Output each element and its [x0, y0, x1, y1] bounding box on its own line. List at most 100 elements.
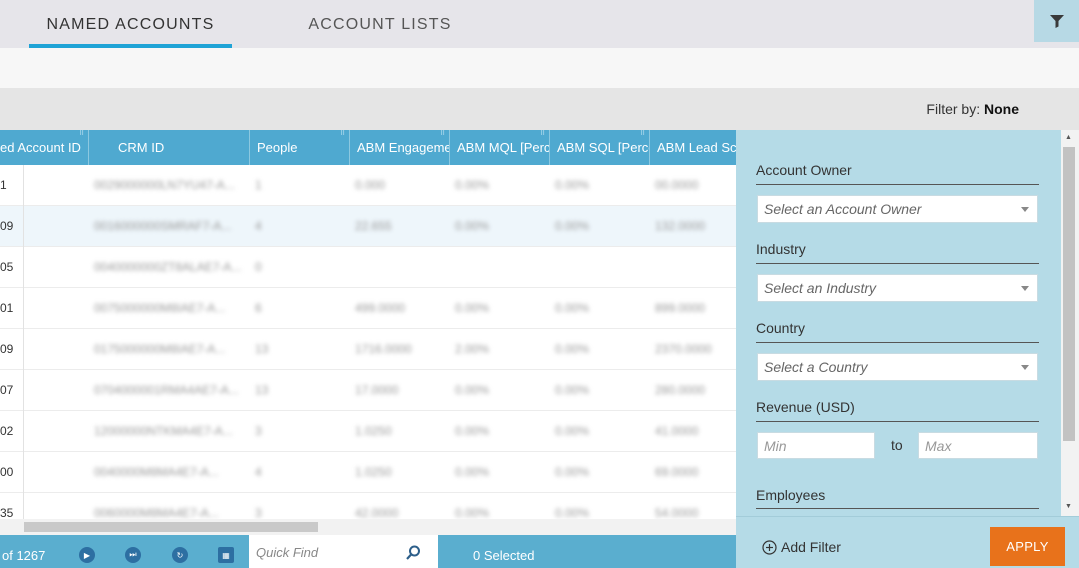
column-header-people[interactable]: People ⠿ [250, 130, 350, 165]
add-filter-button[interactable]: Add Filter [762, 539, 841, 555]
table-cell-id: 09 [0, 219, 14, 233]
column-divider [23, 165, 24, 206]
table-cell-mql [451, 247, 551, 288]
skip-to-end-icon[interactable]: ⏭ [125, 547, 141, 563]
table-cell-crm: 12000000NTKMA4E7-A... [94, 424, 233, 438]
quick-find-input[interactable] [249, 539, 399, 566]
revenue-min-input[interactable] [757, 432, 875, 459]
scrollbar-thumb[interactable] [1063, 147, 1075, 441]
table-cell-eng: 17.0000 [355, 383, 399, 397]
table-cell-people: 3 [255, 424, 262, 438]
table-cell-id: 02 [0, 424, 14, 438]
table-cell-crm: 0040000000ZT8ALAE7-A... [94, 260, 242, 274]
table-row[interactable]: 07 0704000001RMA4AE7-A... 13 17.0000 0.00% 0.… [0, 370, 736, 411]
table-cell-mql: 2.00% [455, 342, 490, 356]
record-count: of 1267 [2, 548, 46, 563]
table-cell-sql: 0.00% [555, 424, 590, 438]
table-cell-mql: 0.00% [455, 219, 490, 233]
table-row[interactable]: 00 0040000M8MA4E7-A... 4 1.0250 0.00% 0.00% 69… [0, 452, 736, 493]
column-header-abm-engagement[interactable]: ABM Engagement ⠿ [350, 130, 450, 165]
grid-footer: of 1267 ▶ ⏭ ↻ ▦ 0 Selected [0, 535, 736, 568]
accounts-grid: ed Account ID ⠿ CRM ID People ⠿ ABM Engage… [0, 130, 736, 535]
table-row[interactable]: 09 0175000000M8IAE7-A... 13 1716.0000 2.00% 0… [0, 329, 736, 370]
scrollbar-thumb[interactable] [24, 522, 318, 532]
tab-bar: NAMED ACCOUNTS ACCOUNT LISTS [0, 0, 1079, 48]
table-cell-score: 2370.0000 [655, 342, 712, 356]
table-cell-score: 132.0000 [655, 219, 706, 233]
table-cell-eng: 1.0250 [355, 424, 392, 438]
table-cell-people: 4 [255, 465, 262, 479]
revenue-to-label: to [891, 437, 903, 453]
table-row[interactable]: 01 0075000000M8IAE7-A... 6 499.0000 0.00% 0.0… [0, 288, 736, 329]
table-cell-score: 41.0000 [655, 424, 699, 438]
table-cell-people: 1 [255, 178, 262, 192]
column-grip-icon[interactable]: ⠿ [79, 130, 86, 137]
column-grip-icon[interactable]: ⠿ [640, 130, 647, 137]
table-cell-people: 13 [255, 383, 269, 397]
industry-placeholder: Select an Industry [764, 280, 877, 296]
column-header-crm-id[interactable]: CRM ID [89, 130, 250, 165]
table-cell-score: 899.0000 [655, 301, 706, 315]
scroll-up-icon[interactable]: ▲ [1065, 134, 1072, 141]
apply-button[interactable]: APPLY [990, 527, 1065, 566]
industry-select[interactable]: Select an Industry [757, 274, 1038, 302]
table-cell-eng: 22.655 [355, 219, 392, 233]
column-header-account-id[interactable]: ed Account ID ⠿ [0, 130, 89, 165]
column-header-abm-sql[interactable]: ABM SQL [Percent] ⠿ [550, 130, 650, 165]
tab-named-accounts[interactable]: NAMED ACCOUNTS [29, 16, 232, 48]
table-cell-id: 07 [0, 383, 14, 397]
account-owner-label: Account Owner [756, 162, 1039, 185]
table-cell-eng: 499.0000 [355, 301, 406, 315]
column-grip-icon[interactable]: ⠿ [540, 130, 547, 137]
table-cell-mql: 0.00% [455, 465, 490, 479]
table-cell-score: 00.0000 [655, 178, 699, 192]
search-icon[interactable] [405, 545, 421, 561]
toolbar-area [0, 48, 1079, 88]
table-cell-score: 280.0000 [655, 383, 706, 397]
country-select[interactable]: Select a Country [757, 353, 1038, 381]
column-divider [23, 452, 24, 493]
table-row[interactable]: 05 0040000000ZT8ALAE7-A... 0 [0, 247, 736, 288]
revenue-max-input[interactable] [918, 432, 1038, 459]
table-cell-eng: 0.000 [355, 178, 386, 192]
vertical-scrollbar[interactable]: ▲ ▼ [1061, 130, 1079, 516]
refresh-icon[interactable]: ↻ [172, 547, 188, 563]
horizontal-scrollbar[interactable] [0, 519, 736, 535]
tab-account-lists[interactable]: ACCOUNT LISTS [296, 16, 464, 48]
column-grip-icon[interactable]: ⠿ [440, 130, 447, 137]
column-divider [23, 411, 24, 452]
employees-label: Employees [756, 487, 1039, 509]
table-cell-people: 0 [255, 260, 262, 274]
table-cell-eng: 1.0250 [355, 465, 392, 479]
grid-header: ed Account ID ⠿ CRM ID People ⠿ ABM Engage… [0, 130, 736, 165]
table-cell-id: 09 [0, 342, 14, 356]
table-cell-score: 69.0000 [655, 465, 699, 479]
revenue-label: Revenue (USD) [756, 399, 1039, 422]
table-cell-sql: 0.00% [555, 301, 590, 315]
country-label: Country [756, 320, 1039, 343]
table-row[interactable]: 09 0016000000SMRAF7-A... 4 22.655 0.00% 0.00%… [0, 206, 736, 247]
column-grip-icon[interactable]: ⠿ [340, 130, 347, 137]
grid-settings-icon[interactable]: ▦ [218, 547, 234, 563]
table-cell-sql [551, 247, 651, 288]
funnel-icon [1049, 15, 1064, 28]
scroll-down-icon[interactable]: ▼ [1065, 503, 1072, 510]
table-cell-people: 13 [255, 342, 269, 356]
account-owner-select[interactable]: Select an Account Owner [757, 195, 1038, 223]
column-header-abm-mql[interactable]: ABM MQL [Percent] ⠿ [450, 130, 550, 165]
selected-count: 0 Selected [473, 548, 535, 563]
table-row[interactable]: 02 12000000NTKMA4E7-A... 3 1.0250 0.00% 0.00%… [0, 411, 736, 452]
filter-by-value: None [984, 101, 1019, 117]
column-label: People [257, 140, 298, 155]
table-cell-score [651, 247, 736, 288]
plus-circle-icon [762, 539, 777, 555]
country-placeholder: Select a Country [764, 359, 868, 375]
table-row[interactable]: 1 0029000000LN7YU47-A... 1 0.000 0.00% 0.00% 0… [0, 165, 736, 206]
column-divider [23, 206, 24, 247]
column-label: ABM MQL [Percent] [457, 140, 550, 155]
filter-toggle-button[interactable] [1034, 0, 1079, 42]
play-icon[interactable]: ▶ [79, 547, 95, 563]
column-header-abm-lead-score[interactable]: ABM Lead Score [650, 130, 736, 165]
quick-find [249, 535, 438, 568]
table-cell-mql: 0.00% [455, 178, 490, 192]
